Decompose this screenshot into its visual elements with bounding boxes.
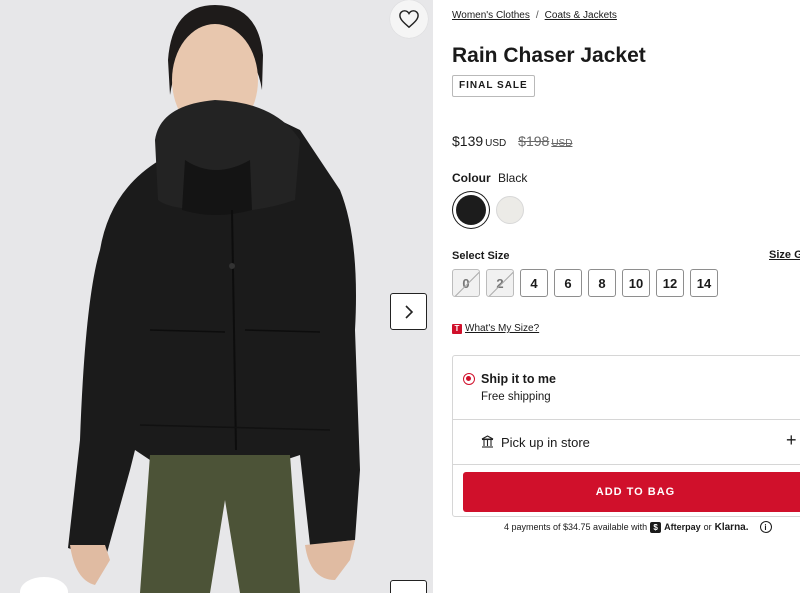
colour-heading: Colour xyxy=(452,171,491,185)
fit-tool-icon: T xyxy=(452,323,462,334)
product-title: Rain Chaser Jacket xyxy=(452,44,646,67)
ship-radio[interactable] xyxy=(463,373,475,385)
expand-plus-icon[interactable]: + xyxy=(786,430,797,451)
product-gallery xyxy=(0,0,433,593)
store-icon xyxy=(481,435,494,448)
selected-colour: Black xyxy=(498,171,528,185)
add-to-bag-button[interactable]: ADD TO BAG xyxy=(463,472,800,512)
installment-payments: 4 payments of $34.75 available with $ Af… xyxy=(504,521,772,533)
current-price: $139 xyxy=(452,133,484,149)
chevron-right-icon xyxy=(404,304,413,319)
final-sale-badge: FINAL SALE xyxy=(452,75,535,97)
whats-my-size-link[interactable]: What's My Size? xyxy=(465,323,539,334)
payments-text: 4 payments of $34.75 available with xyxy=(504,522,648,532)
size-option-6[interactable]: 6 xyxy=(554,269,582,297)
select-size-label: Select Size xyxy=(452,250,510,262)
zoom-button[interactable] xyxy=(390,580,427,593)
breadcrumb-coats-jackets[interactable]: Coats & Jackets xyxy=(545,10,617,21)
product-details: Women's Clothes / Coats & Jackets Rain C… xyxy=(452,0,800,593)
delivery-options: Ship it to me Free shipping Pick up in s… xyxy=(452,355,800,517)
ship-to-me-option[interactable]: Ship it to me Free shipping xyxy=(453,356,800,420)
current-price-currency: USD xyxy=(485,138,507,149)
product-photo xyxy=(0,0,433,593)
heart-icon xyxy=(399,10,419,29)
original-price-value: $198 xyxy=(518,133,550,149)
size-option-4[interactable]: 4 xyxy=(520,269,548,297)
pickup-in-store-option[interactable]: Pick up in store + xyxy=(453,420,800,465)
original-price-currency: USD xyxy=(551,138,573,149)
colour-swatch-black[interactable] xyxy=(456,195,486,225)
next-image-button[interactable] xyxy=(390,293,427,330)
payments-or: or xyxy=(703,522,712,532)
ship-subtitle: Free shipping xyxy=(481,391,551,403)
size-option-0[interactable]: 0 xyxy=(452,269,480,297)
ship-title: Ship it to me xyxy=(481,372,556,386)
size-options: 0 2 4 6 8 10 12 14 xyxy=(452,269,718,297)
colour-swatch-white[interactable] xyxy=(496,196,524,224)
size-option-2[interactable]: 2 xyxy=(486,269,514,297)
wishlist-button[interactable] xyxy=(390,0,428,38)
klarna-link[interactable]: Klarna. xyxy=(715,522,749,533)
size-option-10[interactable]: 10 xyxy=(622,269,650,297)
size-option-14[interactable]: 14 xyxy=(690,269,718,297)
whats-my-size: T What's My Size? xyxy=(452,323,539,334)
info-icon[interactable]: i xyxy=(759,521,772,533)
breadcrumb: Women's Clothes / Coats & Jackets xyxy=(452,10,617,21)
size-guide-link[interactable]: Size Guide xyxy=(769,249,800,261)
original-price: $198 USD xyxy=(518,133,572,149)
breadcrumb-separator: / xyxy=(535,10,539,21)
size-option-8[interactable]: 8 xyxy=(588,269,616,297)
price: $139 USD $198 USD xyxy=(452,133,572,149)
pickup-label: Pick up in store xyxy=(501,435,590,450)
breadcrumb-womens-clothes[interactable]: Women's Clothes xyxy=(452,10,530,21)
afterpay-link[interactable]: Afterpay xyxy=(664,522,701,532)
colour-label: Colour Black xyxy=(452,171,527,185)
afterpay-icon: $ xyxy=(650,521,662,533)
size-option-12[interactable]: 12 xyxy=(656,269,684,297)
